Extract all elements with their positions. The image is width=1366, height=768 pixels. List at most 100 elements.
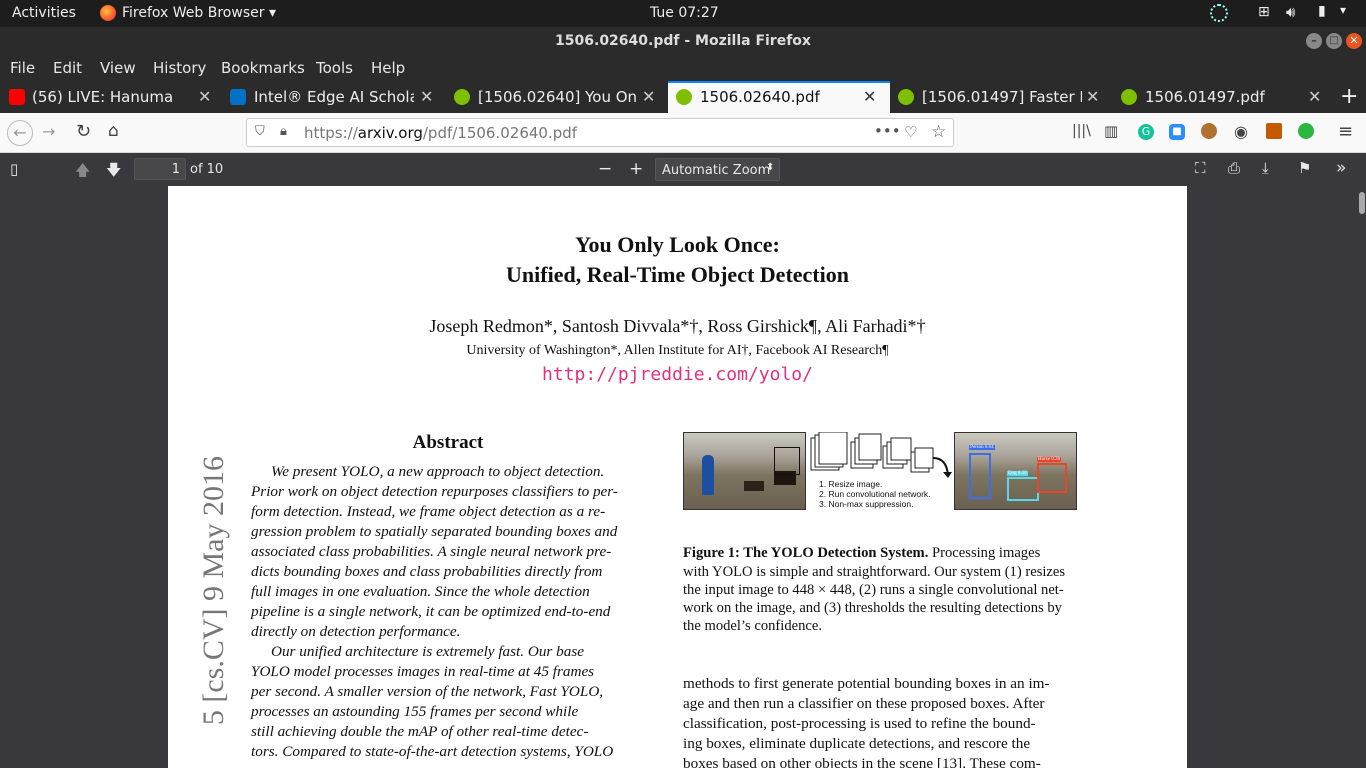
crop-box xyxy=(774,447,800,475)
zoom-extension-icon[interactable]: ■ xyxy=(1169,124,1185,140)
activities-button[interactable]: Activities xyxy=(12,5,76,21)
abstract-text-line: tors. Compared to state-of-the-art detec… xyxy=(251,743,614,760)
figure-steps: 1. Resize image. 2. Run convolutional ne… xyxy=(819,479,931,509)
scrollbar-thumb[interactable] xyxy=(1359,192,1365,214)
paper-url-link[interactable]: http://pjreddie.com/yolo/ xyxy=(168,364,1187,385)
abstract-text-line: YOLO model processes images in real-time… xyxy=(251,663,595,680)
tools-menu-icon[interactable]: » xyxy=(1336,158,1346,178)
menu-view[interactable]: View xyxy=(100,59,136,77)
tab-label: 1506.02640.pdf xyxy=(700,88,820,106)
figure-caption-line: with YOLO is simple and straightforward.… xyxy=(683,564,1066,580)
next-page-icon[interactable]: 🡇 xyxy=(106,160,121,185)
pocket-icon[interactable]: ♡ xyxy=(904,123,917,141)
accessibility-icon[interactable] xyxy=(1210,4,1228,22)
pdf-page: You Only Look Once: Unified, Real-Time O… xyxy=(168,186,1187,768)
extension-icon[interactable] xyxy=(1266,123,1282,139)
power-menu-icon[interactable]: ▾ xyxy=(1340,3,1346,17)
horse-bbox xyxy=(1037,463,1067,493)
tab-youtube[interactable]: (56) LIVE: Hanuman C ✕ xyxy=(0,81,220,113)
close-window-icon[interactable]: ✕ xyxy=(1346,33,1362,49)
forward-icon[interactable]: → xyxy=(42,122,55,141)
new-tab-icon[interactable]: + xyxy=(1340,84,1358,109)
abstract-text-line: Prior work on object detection repurpose… xyxy=(251,483,618,500)
zoom-select[interactable]: Automatic Zoom ⬍ xyxy=(655,158,780,181)
system-top-bar: Activities Firefox Web Browser ▾ Tue 07:… xyxy=(0,0,1366,27)
battery-icon[interactable]: ▮ xyxy=(1318,3,1326,19)
previous-page-icon[interactable]: 🡅 xyxy=(75,160,90,185)
tab-arxiv-abs-yolo[interactable]: [1506.02640] You Only L ✕ xyxy=(446,81,668,113)
input-photo xyxy=(683,432,806,510)
tab-strip: (56) LIVE: Hanuman C ✕ Intel® Edge AI Sc… xyxy=(0,81,1366,113)
print-icon[interactable]: ⎙ xyxy=(1228,159,1240,177)
close-tab-icon[interactable]: ✕ xyxy=(1086,87,1099,106)
horse-bbox-label: Horse 0.28 xyxy=(1037,457,1061,462)
network-icon[interactable]: ⊞ xyxy=(1258,4,1270,20)
abstract-text-line: pipeline is a single network, it can be … xyxy=(251,603,611,620)
menu-file[interactable]: File xyxy=(10,59,35,77)
close-tab-icon[interactable]: ✕ xyxy=(863,87,876,106)
url-bar[interactable]: ⛉ 🔒︎ https://arxiv.org/pdf/1506.02640.pd… xyxy=(246,118,954,147)
clock[interactable]: Tue 07:27 xyxy=(650,5,719,21)
close-tab-icon[interactable]: ✕ xyxy=(420,87,433,106)
tab-yolo-pdf-active[interactable]: 1506.02640.pdf ✕ xyxy=(668,81,890,113)
hamburger-menu-icon[interactable]: ≡ xyxy=(1338,121,1353,142)
close-tab-icon[interactable]: ✕ xyxy=(642,87,655,106)
abstract-heading: Abstract xyxy=(412,432,484,453)
abstract-text-line: processes an astounding 155 frames per s… xyxy=(251,703,579,720)
menu-history[interactable]: History xyxy=(153,59,206,77)
lock-icon[interactable]: 🔒︎ xyxy=(280,124,287,139)
menu-help[interactable]: Help xyxy=(371,59,405,77)
bookmark-icon[interactable]: ⚑ xyxy=(1298,159,1311,177)
bookmark-star-icon[interactable]: ☆ xyxy=(931,122,946,142)
dog-shape xyxy=(744,481,764,491)
library-icon[interactable]: |||\ xyxy=(1072,123,1091,139)
tab-arxiv-abs-faster-rcnn[interactable]: [1506.01497] Faster R-Cl ✕ xyxy=(890,81,1112,113)
youtube-icon xyxy=(9,89,25,105)
tab-intel[interactable]: Intel® Edge AI Scholarsh ✕ xyxy=(222,81,444,113)
abstract-text-line: full images in one evaluation. Since the… xyxy=(251,583,590,600)
output-photo: Person 0.64 Dog 0.30 Horse 0.28 xyxy=(954,432,1077,510)
account-icon[interactable]: ◉ xyxy=(1234,122,1248,141)
menu-edit[interactable]: Edit xyxy=(53,59,82,77)
pdf-viewer[interactable]: You Only Look Once: Unified, Real-Time O… xyxy=(0,186,1366,768)
maximize-icon[interactable]: □ xyxy=(1326,33,1342,49)
close-tab-icon[interactable]: ✕ xyxy=(198,87,211,106)
volume-icon[interactable]: 🔊︎ xyxy=(1286,3,1295,21)
reload-icon[interactable]: ↻ xyxy=(76,121,91,142)
figure-caption-line: work on the image, and (3) thresholds th… xyxy=(683,600,1062,616)
menu-tools[interactable]: Tools xyxy=(316,59,353,77)
abstract-text-line: form detection. Instead, we frame object… xyxy=(251,503,606,520)
abstract-text-line: still achieving double the mAP of other … xyxy=(251,723,589,740)
step-2: 2. Run convolutional network. xyxy=(819,489,931,499)
select-arrow-icon: ⬍ xyxy=(766,162,775,173)
menu-bookmarks[interactable]: Bookmarks xyxy=(221,59,305,77)
home-icon[interactable]: ⌂ xyxy=(108,121,119,141)
tab-faster-rcnn-pdf[interactable]: 1506.01497.pdf ✕ xyxy=(1113,81,1333,113)
person-shape xyxy=(702,455,714,495)
page-actions-icon[interactable]: ••• xyxy=(874,122,901,140)
shield-icon[interactable]: ⛉ xyxy=(255,124,265,139)
sidebar-icon[interactable]: ▥ xyxy=(1104,122,1118,140)
minimize-icon[interactable]: – xyxy=(1306,33,1322,49)
zoom-in-icon[interactable]: + xyxy=(629,159,643,179)
toggle-sidebar-icon[interactable]: ▯ xyxy=(10,160,18,178)
extension-green-icon[interactable] xyxy=(1298,123,1314,139)
cookie-icon[interactable] xyxy=(1201,123,1217,139)
back-icon[interactable]: ← xyxy=(7,120,33,146)
tab-label: [1506.02640] You Only L xyxy=(478,88,638,106)
close-tab-icon[interactable]: ✕ xyxy=(1308,87,1321,106)
body-text-line: boxes based on other objects in the scen… xyxy=(683,755,1041,768)
firefox-icon xyxy=(100,5,116,21)
body-text-line: classification, post-processing is used … xyxy=(683,715,1036,732)
chevron-down-icon: ▾ xyxy=(268,5,276,21)
app-menu[interactable]: Firefox Web Browser ▾ xyxy=(122,5,276,21)
abstract-text-line: gression problem to spatially separated … xyxy=(251,523,618,540)
page-number-input[interactable]: 1 xyxy=(134,158,186,180)
zoom-out-icon[interactable]: − xyxy=(598,159,612,179)
grammarly-icon[interactable]: G xyxy=(1138,124,1154,140)
person-bbox xyxy=(969,453,991,499)
presentation-mode-icon[interactable]: ⛶ xyxy=(1195,159,1206,177)
figure-caption-line: the model’s confidence. xyxy=(683,618,822,634)
save-icon[interactable]: ⤓ xyxy=(1262,159,1269,177)
abstract-text-line: per second. A smaller version of the net… xyxy=(251,683,604,700)
